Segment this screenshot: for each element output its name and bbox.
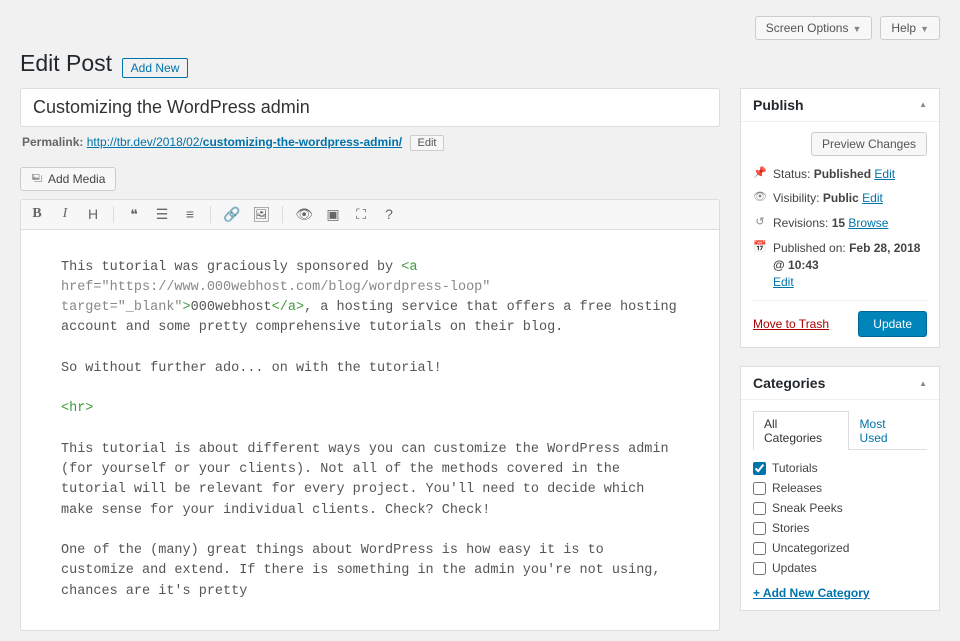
content-editor[interactable]: This tutorial was graciously sponsored b… <box>20 229 720 631</box>
category-checkbox[interactable] <box>753 462 766 475</box>
add-new-category-link[interactable]: + Add New Category <box>753 578 870 600</box>
category-checkbox[interactable] <box>753 482 766 495</box>
permalink-link[interactable]: http://tbr.dev/2018/02/customizing-the-w… <box>87 135 402 149</box>
collapse-icon[interactable]: ▲ <box>919 379 927 388</box>
category-checkbox[interactable] <box>753 562 766 575</box>
media-icon <box>31 172 44 185</box>
edit-status-link[interactable]: Edit <box>874 167 895 181</box>
heading-button[interactable]: H <box>85 206 101 223</box>
category-checkbox[interactable] <box>753 522 766 535</box>
preview-button[interactable]: 👁 <box>295 206 313 223</box>
quote-button[interactable]: ❝ <box>126 206 142 223</box>
update-button[interactable]: Update <box>858 311 927 337</box>
category-checkbox[interactable] <box>753 542 766 555</box>
preview-changes-button[interactable]: Preview Changes <box>811 132 927 156</box>
distraction-free-button[interactable]: ▣ <box>325 206 341 223</box>
category-item[interactable]: Stories <box>753 518 927 538</box>
image-button[interactable]: 🖼 <box>252 206 270 223</box>
bold-button[interactable]: B <box>29 206 45 223</box>
categories-box: Categories▲ All Categories Most Used Tut… <box>740 366 940 611</box>
help-button[interactable]: Help▼ <box>880 16 940 40</box>
collapse-icon[interactable]: ▲ <box>919 100 927 109</box>
screen-options-button[interactable]: Screen Options▼ <box>755 16 873 40</box>
post-title-input[interactable] <box>20 88 720 127</box>
revisions-icon: ↺ <box>753 215 767 230</box>
page-title: Edit Post <box>20 50 112 77</box>
calendar-icon: 📅 <box>753 240 767 255</box>
permalink-row: Permalink: http://tbr.dev/2018/02/custom… <box>20 127 720 159</box>
edit-visibility-link[interactable]: Edit <box>862 191 883 205</box>
permalink-edit-button[interactable]: Edit <box>410 135 445 151</box>
chevron-down-icon: ▼ <box>852 24 861 34</box>
italic-button[interactable]: I <box>57 206 73 223</box>
category-item[interactable]: Releases <box>753 478 927 498</box>
category-checkbox[interactable] <box>753 502 766 515</box>
link-button[interactable]: 🔗 <box>223 206 240 223</box>
pin-icon: 📌 <box>753 166 767 181</box>
publish-box: Publish▲ Preview Changes 📌Status: Publis… <box>740 88 940 349</box>
bullet-list-button[interactable]: ☰ <box>154 206 170 223</box>
tab-most-used[interactable]: Most Used <box>849 411 927 450</box>
category-item[interactable]: Updates <box>753 558 927 578</box>
number-list-button[interactable]: ≡ <box>182 206 198 223</box>
add-media-button[interactable]: Add Media <box>20 167 116 191</box>
chevron-down-icon: ▼ <box>920 24 929 34</box>
category-item[interactable]: Uncategorized <box>753 538 927 558</box>
category-item[interactable]: Sneak Peeks <box>753 498 927 518</box>
edit-date-link[interactable]: Edit <box>773 275 794 289</box>
browse-revisions-link[interactable]: Browse <box>848 216 888 230</box>
tab-all-categories[interactable]: All Categories <box>753 411 849 450</box>
editor-toolbar: B I H ❝ ☰ ≡ 🔗 🖼 👁 ▣ ⛶ ? <box>20 199 720 229</box>
category-item[interactable]: Tutorials <box>753 458 927 478</box>
add-new-button[interactable]: Add New <box>122 58 189 78</box>
eye-icon: 👁 <box>753 190 767 205</box>
fullscreen-button[interactable]: ⛶ <box>353 206 369 223</box>
move-to-trash-link[interactable]: Move to Trash <box>753 317 829 331</box>
help-icon-button[interactable]: ? <box>381 206 397 223</box>
